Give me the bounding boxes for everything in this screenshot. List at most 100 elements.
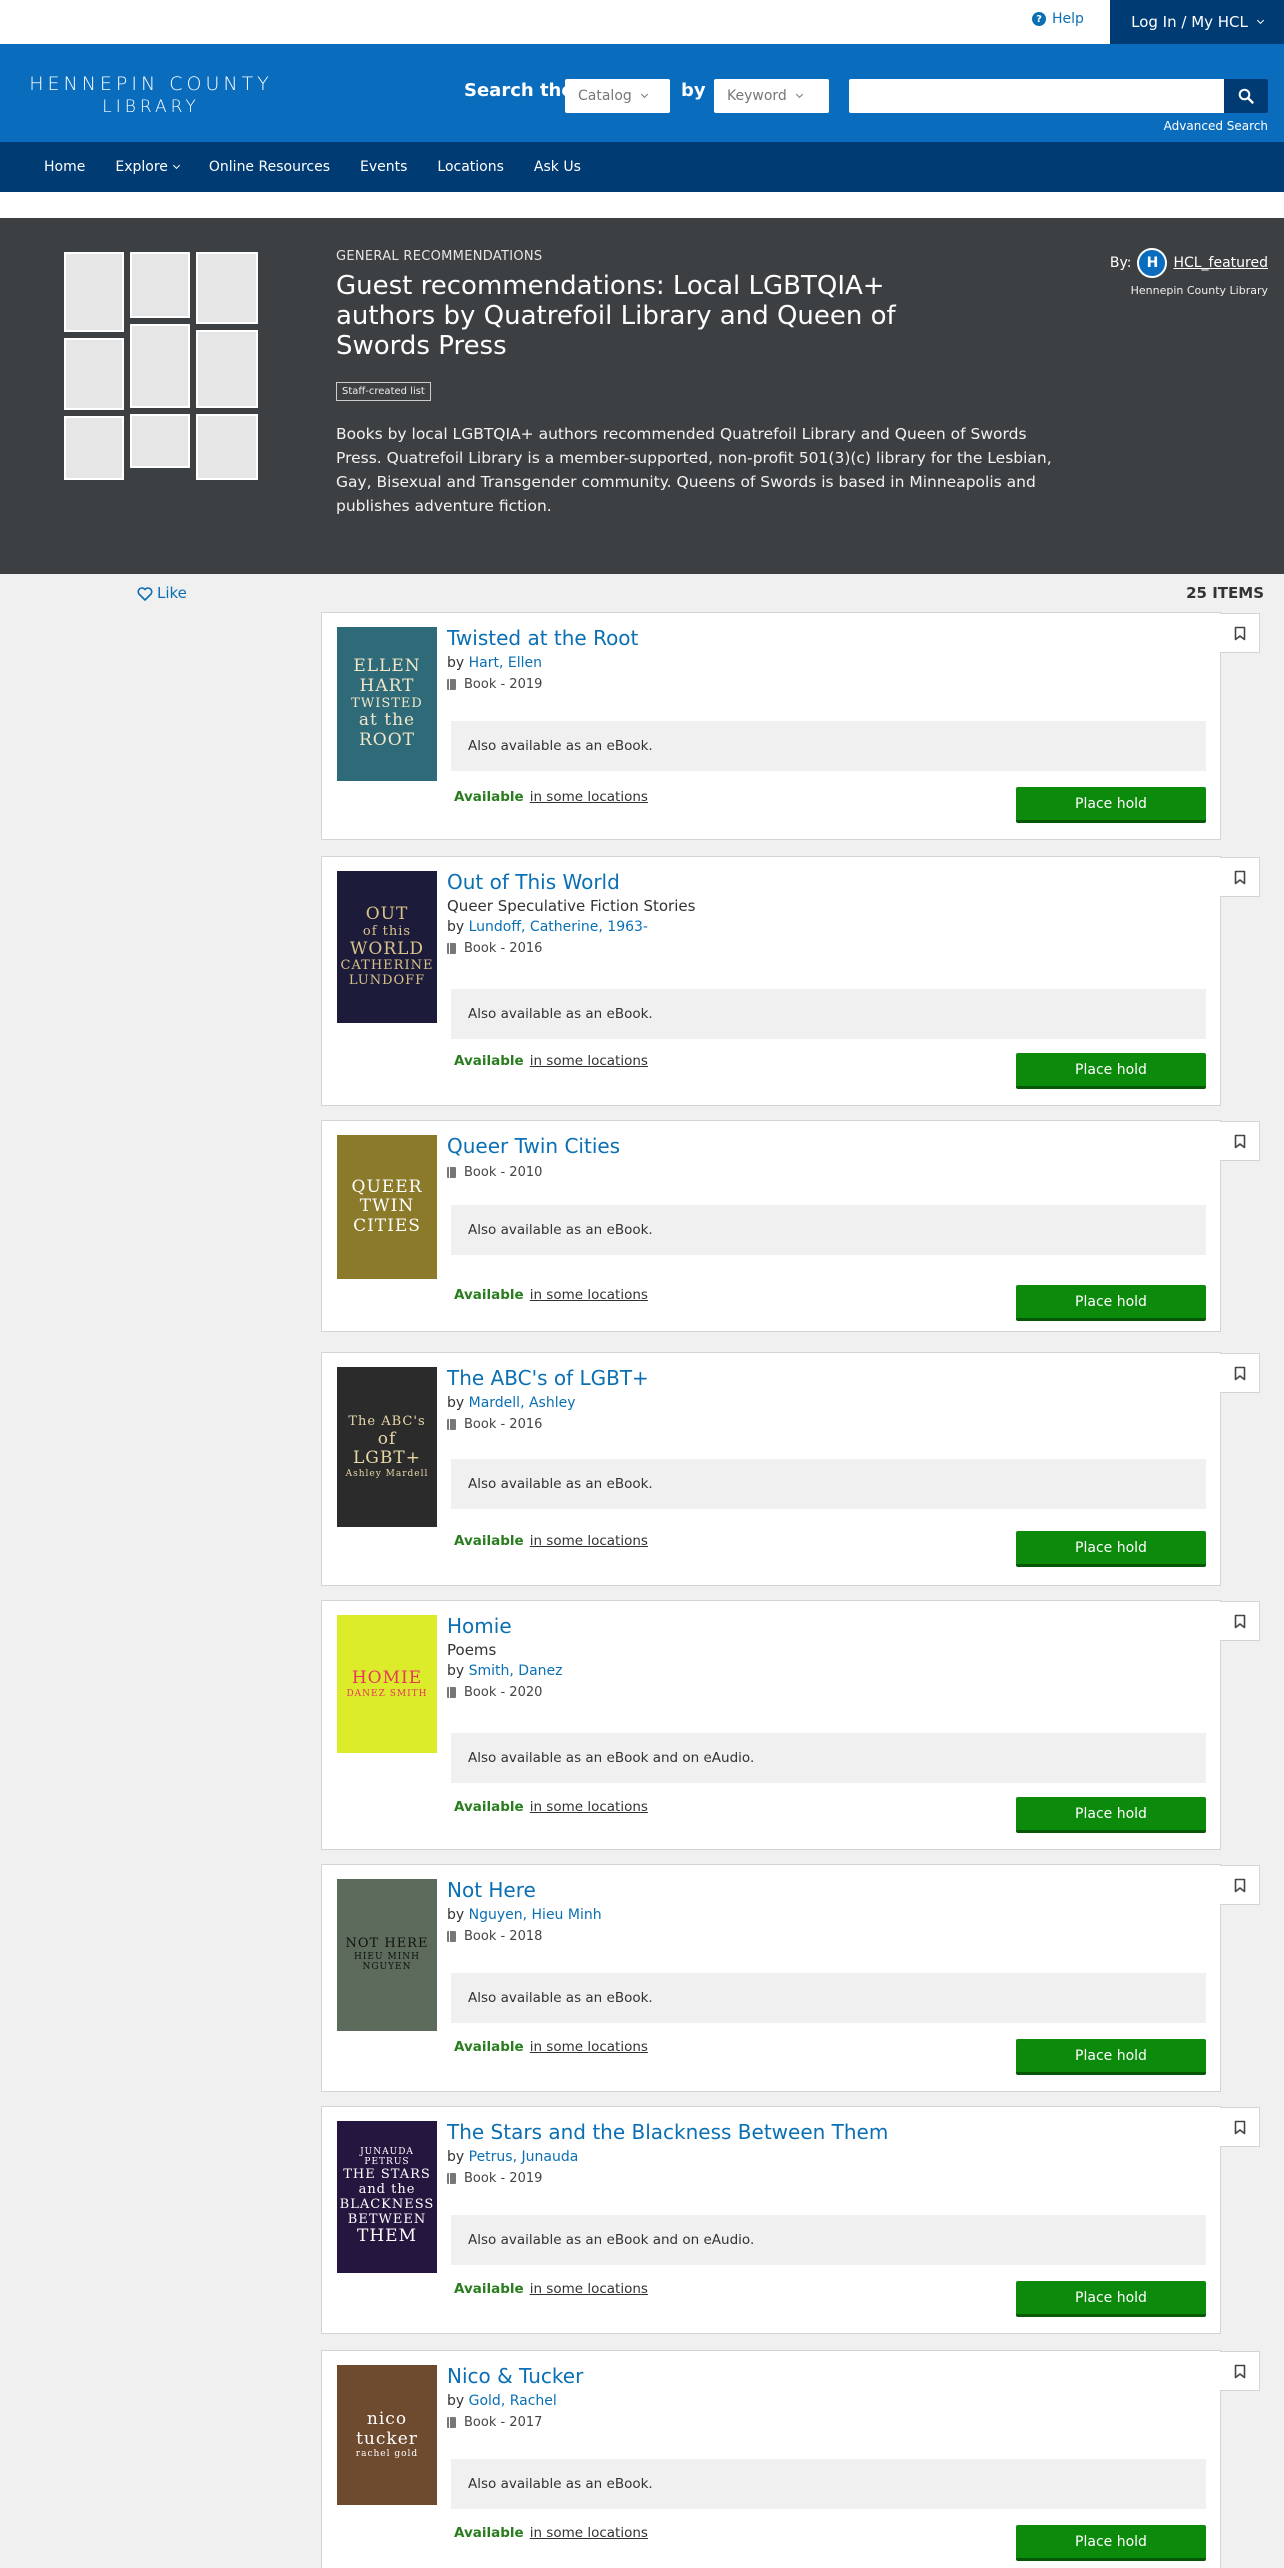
author-link[interactable]: Lundoff, Catherine, 1963- xyxy=(469,919,648,935)
by-label: by xyxy=(447,2393,465,2409)
book-card: HOMIE DANEZ SMITH Homie Poems by Smith, Dane… xyxy=(321,1600,1260,1850)
author-link[interactable]: Petrus, Junauda xyxy=(469,2149,579,2165)
bookmark-button[interactable] xyxy=(1220,1865,1260,1905)
book-title[interactable]: Queer Twin Cities xyxy=(447,1133,1206,1159)
book-cover[interactable]: NOT HERE HIEU MINH NGUYEN xyxy=(337,1879,437,2031)
cover-text: HIEU MINH NGUYEN xyxy=(354,1952,420,1973)
also-available-box: Also available as an eBook. xyxy=(451,1973,1206,2023)
login-button[interactable]: Log In / My HCL xyxy=(1110,0,1284,44)
chevron-down-icon xyxy=(1256,16,1264,25)
author-link[interactable]: Nguyen, Hieu Minh xyxy=(469,1907,602,1923)
book-cover[interactable]: The ABC's of LGBT+ Ashley Mardell xyxy=(337,1367,437,1527)
available-status: Available xyxy=(454,1533,524,1549)
place-hold-button[interactable]: Place hold xyxy=(1016,1797,1206,1833)
locations-link[interactable]: in some locations xyxy=(530,2525,648,2541)
book-format: Book - 2020 xyxy=(447,1685,1206,1700)
help-link[interactable]: ? Help xyxy=(1032,11,1084,27)
bookmark-button[interactable] xyxy=(1220,857,1260,897)
locations-link[interactable]: in some locations xyxy=(530,1799,648,1815)
bookmark-button[interactable] xyxy=(1220,1353,1260,1393)
book-title[interactable]: The ABC's of LGBT+ xyxy=(447,1365,1206,1391)
book-subtitle: Queer Speculative Fiction Stories xyxy=(447,897,696,915)
bookmark-button[interactable] xyxy=(1220,1601,1260,1641)
book-cover[interactable]: nico tucker rachel gold xyxy=(337,2365,437,2505)
list-description: Books by local LGBTQIA+ authors recommen… xyxy=(336,425,1052,515)
book-cover[interactable]: QUEER TWIN CITIES xyxy=(337,1135,437,1279)
cover-text: JUNAUDA PETRUS xyxy=(360,2147,414,2168)
cover-text: ROOT xyxy=(358,730,415,751)
author-link[interactable]: Mardell, Ashley xyxy=(469,1395,576,1411)
place-hold-button[interactable]: Place hold xyxy=(1016,1285,1206,1321)
format-label: Book - 2017 xyxy=(464,2415,543,2430)
locations-link[interactable]: in some locations xyxy=(530,2281,648,2297)
bookmark-icon xyxy=(1234,1614,1245,1628)
book-author: by Petrus, Junauda xyxy=(447,2149,1206,2165)
also-available-box: Also available as an eBook. xyxy=(451,2459,1206,2509)
book-title[interactable]: Out of This World xyxy=(447,869,1206,895)
book-icon xyxy=(447,943,456,954)
author-link[interactable]: Gold, Rachel xyxy=(469,2393,557,2409)
availability: Available in some locations xyxy=(454,2281,648,2297)
author-link[interactable]: Smith, Danez xyxy=(469,1663,563,1679)
book-info: The Stars and the Blackness Between Them… xyxy=(447,2119,1206,2186)
collage-tile xyxy=(196,252,258,324)
bookmark-button[interactable] xyxy=(1220,613,1260,653)
place-hold-button[interactable]: Place hold xyxy=(1016,2525,1206,2561)
book-subtitle: Poems xyxy=(447,1641,497,1659)
book-info: Twisted at the Root by Hart, Ellen Book - … xyxy=(447,625,1206,692)
place-hold-button[interactable]: Place hold xyxy=(1016,1531,1206,1567)
also-available-text: Also available as an eBook. xyxy=(468,738,653,754)
cover-collage xyxy=(64,252,258,480)
locations-link[interactable]: in some locations xyxy=(530,1533,648,1549)
nav-locations[interactable]: Locations xyxy=(437,159,504,175)
nav-online-resources[interactable]: Online Resources xyxy=(209,159,330,175)
bookmark-icon xyxy=(1234,1366,1245,1380)
also-available-box: Also available as an eBook. xyxy=(451,721,1206,771)
book-title[interactable]: Twisted at the Root xyxy=(447,625,1206,651)
book-title[interactable]: Not Here xyxy=(447,1877,1206,1903)
locations-link[interactable]: in some locations xyxy=(530,1053,648,1069)
bookmark-button[interactable] xyxy=(1220,1121,1260,1161)
book-cover[interactable]: JUNAUDA PETRUS THE STARS and the BLACKNESS B… xyxy=(337,2121,437,2273)
library-logo[interactable]: HENNEPIN COUNTY LIBRARY xyxy=(28,73,274,117)
book-cover[interactable]: HOMIE DANEZ SMITH xyxy=(337,1615,437,1753)
items-count: 25 ITEMS xyxy=(1186,584,1264,602)
place-hold-button[interactable]: Place hold xyxy=(1016,2281,1206,2317)
book-title[interactable]: Homie xyxy=(447,1613,1206,1639)
help-label: Help xyxy=(1052,11,1084,27)
locations-link[interactable]: in some locations xyxy=(530,2039,648,2055)
author-link[interactable]: HCL_featured xyxy=(1173,255,1268,271)
keyword-select[interactable]: Keyword xyxy=(714,79,829,113)
also-available-box: Also available as an eBook. xyxy=(451,1459,1206,1509)
cover-text: of xyxy=(377,1428,397,1449)
bookmark-button[interactable] xyxy=(1220,2351,1260,2391)
format-label: Book - 2020 xyxy=(464,1685,543,1700)
like-button[interactable]: Like xyxy=(137,584,187,602)
book-cover[interactable]: ELLEN HART TWISTED at the ROOT xyxy=(337,627,437,781)
place-hold-button[interactable]: Place hold xyxy=(1016,787,1206,823)
avatar[interactable]: H xyxy=(1137,248,1168,278)
locations-link[interactable]: in some locations xyxy=(530,1287,648,1303)
cover-text: tucker xyxy=(356,2428,418,2449)
book-cover[interactable]: OUT of this WORLD CATHERINE LUNDOFF xyxy=(337,871,437,1023)
book-title[interactable]: The Stars and the Blackness Between Them xyxy=(447,2119,1206,2145)
bookmark-button[interactable] xyxy=(1220,2107,1260,2147)
nav-home[interactable]: Home xyxy=(44,159,85,175)
book-title[interactable]: Nico & Tucker xyxy=(447,2363,1206,2389)
locations-link[interactable]: in some locations xyxy=(530,789,648,805)
cover-text: HART xyxy=(359,675,415,696)
book-info: Not Here by Nguyen, Hieu Minh Book - 2018 xyxy=(447,1877,1206,1944)
book-format: Book - 2019 xyxy=(447,2171,1206,2186)
nav-events[interactable]: Events xyxy=(360,159,407,175)
author-link[interactable]: Hart, Ellen xyxy=(469,655,542,671)
nav-explore[interactable]: Explore xyxy=(115,159,180,175)
nav-ask-us[interactable]: Ask Us xyxy=(534,159,581,175)
place-hold-button[interactable]: Place hold xyxy=(1016,1053,1206,1089)
search-button[interactable] xyxy=(1224,79,1268,113)
place-hold-button[interactable]: Place hold xyxy=(1016,2039,1206,2075)
catalog-select[interactable]: Catalog xyxy=(565,79,670,113)
site-header: HENNEPIN COUNTY LIBRARY Search the Catal… xyxy=(0,44,1284,142)
search-input[interactable] xyxy=(849,79,1224,113)
by-label: by xyxy=(681,80,706,101)
advanced-search-link[interactable]: Advanced Search xyxy=(1164,119,1268,133)
